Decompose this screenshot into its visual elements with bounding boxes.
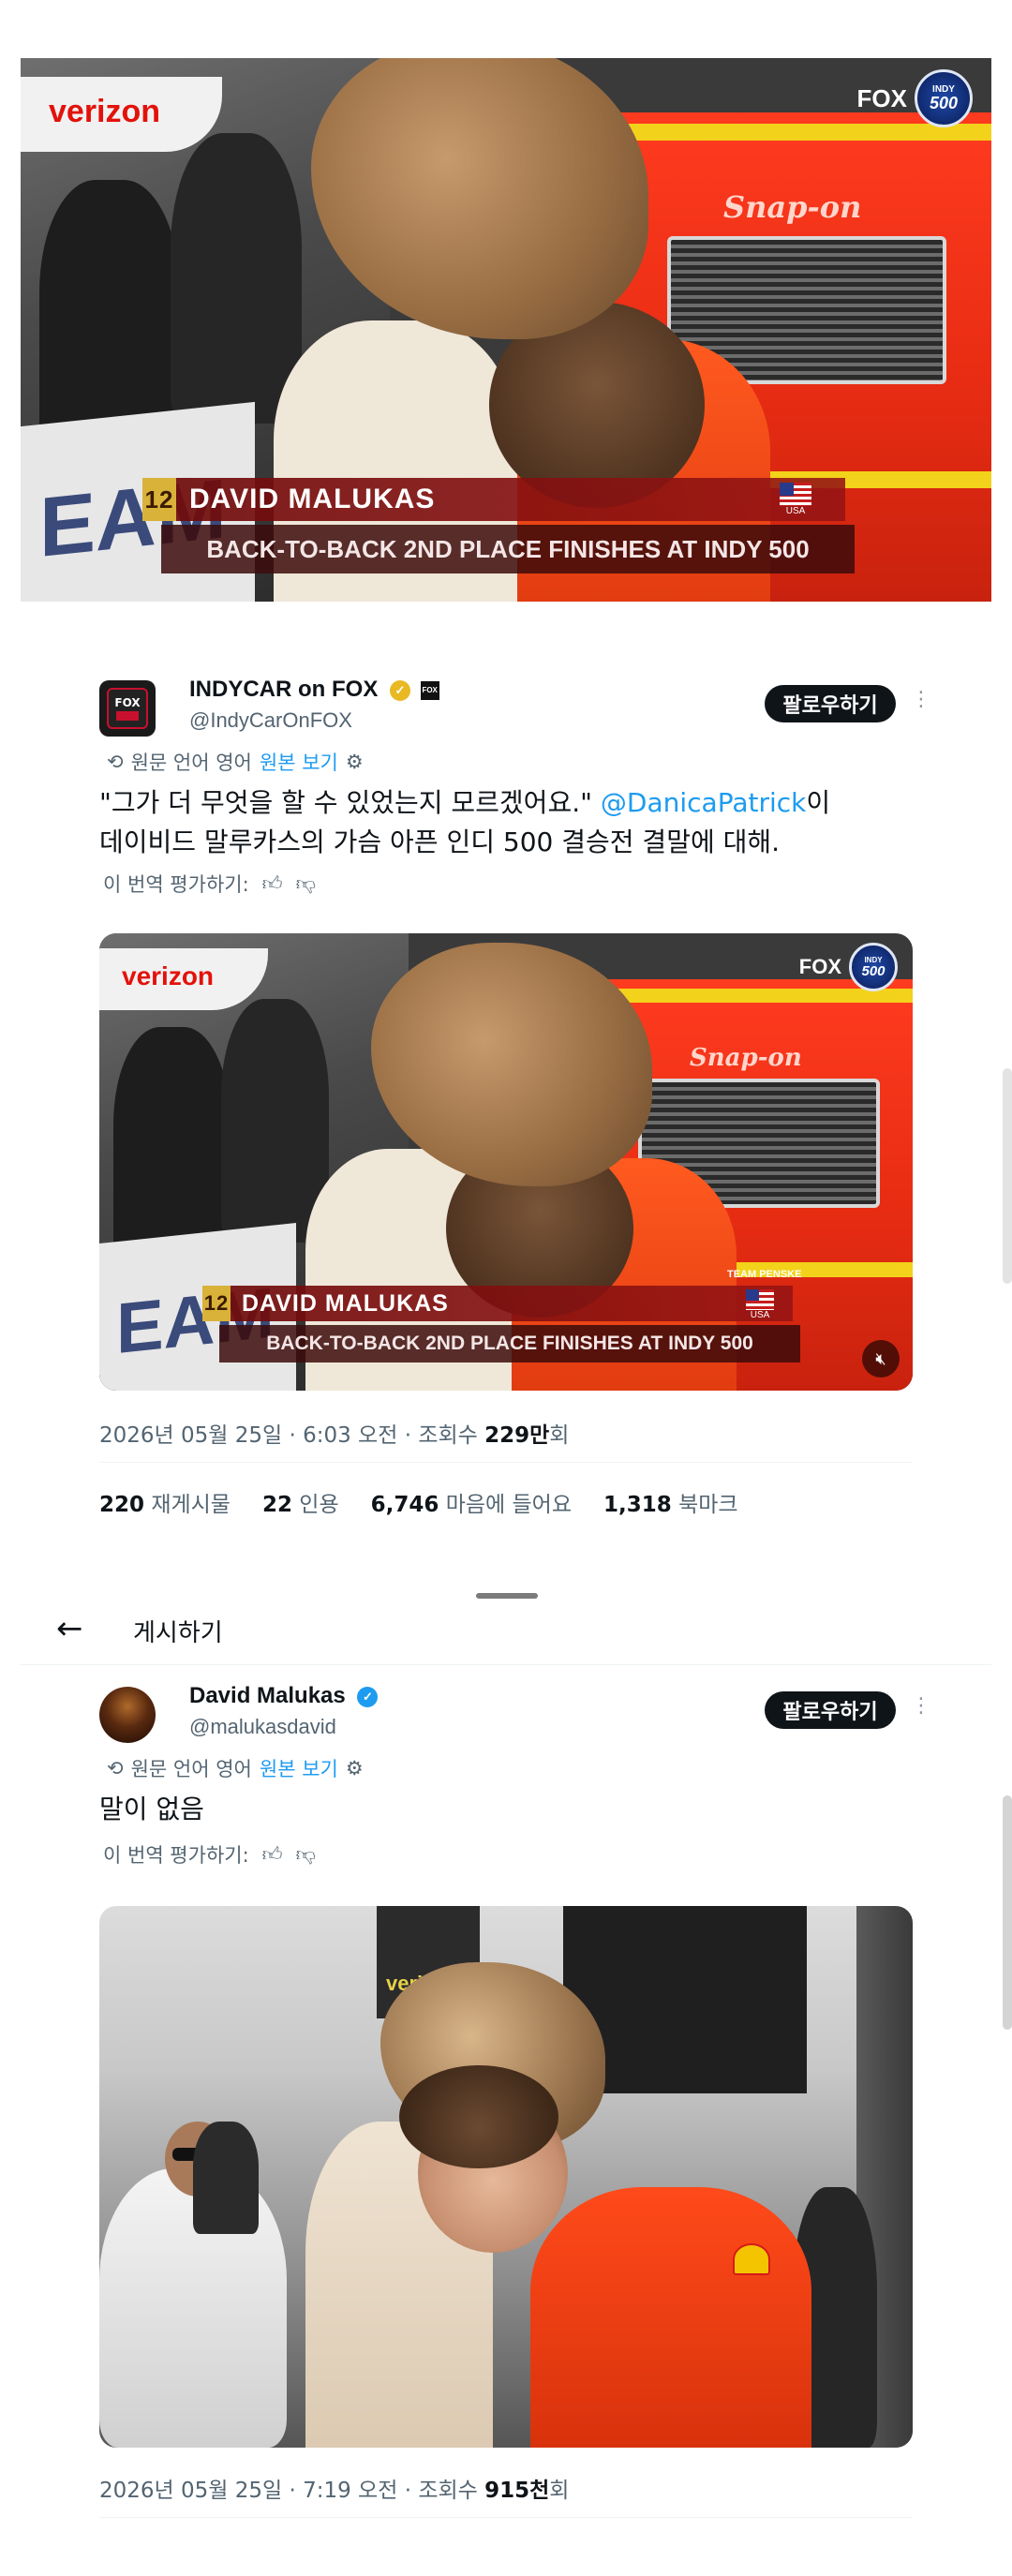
meta-date: 2026년 05월 25일 · 6:03 오전 · 조회수	[99, 1423, 485, 1448]
rate-label: 이 번역 평가하기:	[103, 873, 249, 896]
tweet-text-part2: 이	[806, 787, 831, 818]
spectator	[193, 2122, 259, 2234]
back-arrow-icon[interactable]: ←	[56, 1610, 83, 1647]
affiliate-badge-icon: FOX	[420, 680, 439, 700]
snapon-logo: Snap-on	[690, 1044, 802, 1072]
sheet-handle[interactable]	[476, 1593, 538, 1599]
author-name[interactable]: INDYCAR on FOX ✓ FOX	[189, 677, 439, 703]
verified-gold-icon: ✓	[390, 679, 410, 701]
indy500-badge: INDY 500	[849, 943, 898, 991]
translate-icon: ⟲	[107, 751, 124, 773]
usa-flag-icon: USA	[746, 1289, 774, 1320]
divider	[99, 1462, 913, 1463]
rate-label: 이 번역 평가하기:	[103, 1844, 249, 1867]
stat-bookmarks[interactable]: 1,318 북마크	[603, 1486, 738, 1518]
stat-quotes[interactable]: 22 인용	[262, 1486, 339, 1518]
translate-icon: ⟲	[107, 1757, 124, 1779]
fox-logo: FOX	[856, 83, 907, 112]
indy500-badge: INDY 500	[915, 69, 973, 127]
racer-suit	[530, 2187, 811, 2448]
lower-third-name: 12 DAVID MALUKAS	[142, 478, 845, 521]
translate-note-text: 원문 언어 영어	[130, 1758, 252, 1780]
tweet-photo[interactable]: verizon	[99, 1906, 913, 2448]
car-number: 12	[202, 1286, 231, 1321]
translate-note-text: 원문 언어 영어	[130, 752, 252, 774]
lower-third-subtitle: BACK-TO-BACK 2ND PLACE FINISHES AT INDY …	[219, 1325, 800, 1362]
mention-link[interactable]: @DanicaPatrick	[601, 787, 806, 818]
show-original-link[interactable]: 원본 보기	[260, 1754, 338, 1782]
more-icon[interactable]: ⋮	[911, 1694, 931, 1718]
tweet-meta: 2026년 05월 25일 · 6:03 오전 · 조회수 229만회	[99, 1417, 569, 1449]
team-penske-label: TEAM PENSKE	[727, 1269, 802, 1280]
scrollbar[interactable]	[1003, 1795, 1012, 2030]
author-handle[interactable]: @malukasdavid	[189, 1715, 336, 1739]
scrollbar[interactable]	[1003, 1068, 1012, 1284]
meta-views: 915천	[484, 2479, 550, 2503]
tweet-meta: 2026년 05월 25일 · 7:19 오전 · 조회수 915천회	[99, 2472, 569, 2504]
fox-indy-logo: FOX INDY 500	[799, 943, 898, 991]
indy-500-text: 500	[861, 962, 886, 979]
verified-blue-icon: ✓	[357, 1686, 379, 1707]
author-name[interactable]: David Malukas ✓	[189, 1683, 379, 1709]
shell-logo	[733, 2243, 770, 2275]
spectator	[171, 133, 302, 424]
verizon-board: verizon	[99, 948, 268, 1010]
thumbs-up-icon[interactable]: 👍︎	[262, 871, 283, 896]
snapon-logo: Snap-on	[723, 189, 862, 225]
tweet-text-part1: "그가 더 무엇을 할 수 있었는지 모르겠어요."	[99, 787, 601, 818]
divider	[99, 2517, 913, 2518]
rate-translation: 이 번역 평가하기: 👍︎ 👎︎	[103, 870, 316, 898]
racer-hair	[399, 2065, 558, 2168]
settings-icon[interactable]: ⚙	[346, 1757, 364, 1779]
meta-views: 229만	[484, 1423, 550, 1448]
stat-likes[interactable]: 6,746 마음에 들어요	[371, 1486, 572, 1518]
meta-suffix: 회	[549, 1423, 570, 1448]
lower-third-name: 12 DAVID MALUKAS	[202, 1286, 793, 1321]
tweet-text: "그가 더 무엇을 할 수 있었는지 모르겠어요." @DanicaPatric…	[99, 783, 924, 862]
header-divider	[21, 1664, 991, 1665]
follow-button[interactable]: 팔로우하기	[765, 685, 896, 722]
translation-note: ⟲ 원문 언어 영어 원본 보기 ⚙	[107, 748, 364, 776]
tweet-text: 말이 없음	[99, 1794, 204, 1824]
verizon-board: verizon	[21, 77, 222, 152]
rate-translation: 이 번역 평가하기: 👍︎ 👎︎	[103, 1840, 316, 1869]
meta-suffix: 회	[549, 2479, 570, 2503]
thumbs-up-icon[interactable]: 👍︎	[262, 1842, 283, 1867]
tweet-text-line2: 데이비드 말루카스의 가슴 아픈 인디 500 결승전 결말에 대해.	[99, 826, 781, 857]
page-title: 게시하기	[133, 1619, 223, 1647]
car-number: 12	[142, 478, 176, 521]
indy-500-text: 500	[929, 94, 959, 112]
driver-name: DAVID MALUKAS	[242, 1289, 449, 1317]
engagement-stats: 220 재게시물 22 인용 6,746 마음에 들어요 1,318 북마크	[99, 1486, 738, 1518]
tweet-video[interactable]: Snap-on verizon EAM FOX INDY 500 TEAM PE…	[99, 933, 913, 1391]
more-icon[interactable]: ⋮	[911, 688, 931, 711]
fox-indy-logo: FOX INDY 500	[857, 69, 973, 127]
follow-button[interactable]: 팔로우하기	[765, 1691, 896, 1729]
avatar[interactable]	[99, 1687, 156, 1743]
top-video-frame[interactable]: Snap-on verizon EAM FOX INDY 500 12 DAVI…	[21, 58, 991, 602]
stat-reposts[interactable]: 220 재게시물	[99, 1486, 231, 1518]
avatar[interactable]: FOX	[99, 680, 156, 737]
thumbs-down-icon[interactable]: 👎︎	[296, 1842, 316, 1867]
avatar-text: FOX	[114, 696, 141, 709]
translation-note: ⟲ 원문 언어 영어 원본 보기 ⚙	[107, 1754, 364, 1782]
settings-icon[interactable]: ⚙	[346, 751, 364, 773]
thumbs-down-icon[interactable]: 👎︎	[296, 871, 316, 896]
meta-date: 2026년 05월 25일 · 7:19 오전 · 조회수	[99, 2479, 485, 2503]
fox-logo: FOX	[798, 955, 841, 978]
author-handle[interactable]: @IndyCarOnFOX	[189, 708, 352, 733]
show-original-link[interactable]: 원본 보기	[260, 748, 338, 776]
driver-name: DAVID MALUKAS	[189, 484, 436, 514]
lower-third-subtitle: BACK-TO-BACK 2ND PLACE FINISHES AT INDY …	[161, 525, 855, 573]
mute-icon[interactable]: 🔇︎	[862, 1340, 900, 1377]
usa-flag-icon: USA	[780, 483, 811, 516]
